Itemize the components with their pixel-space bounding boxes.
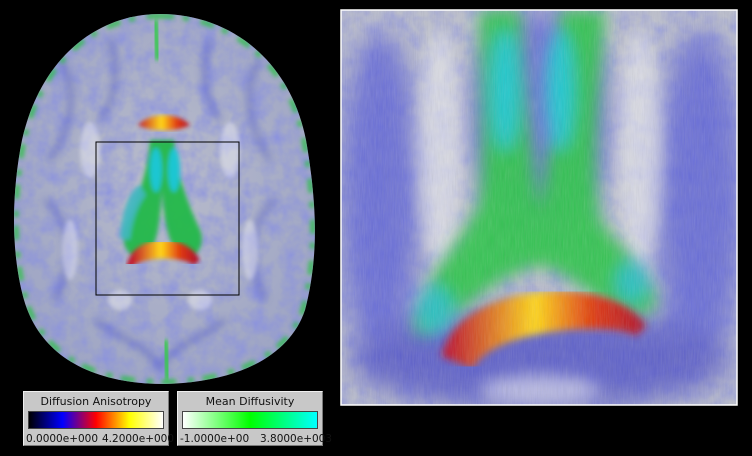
axial-brain-slice — [14, 14, 315, 384]
diffusivity-legend: Mean Diffusivity -1.0000e+00 3.8000e+003 — [177, 391, 332, 446]
zoomed-view — [340, 9, 738, 406]
anisotropy-max-label: 4.2000e+000 — [102, 433, 175, 445]
anisotropy-min-label: 0.0000e+000 — [26, 433, 99, 445]
anisotropy-legend-title: Diffusion Anisotropy — [40, 395, 152, 408]
diffusivity-min-label: -1.0000e+00 — [180, 433, 250, 445]
diffusivity-colorbar — [182, 411, 318, 429]
diffusivity-legend-title: Mean Diffusivity — [205, 395, 295, 408]
anisotropy-legend: Diffusion Anisotropy 0.0000e+000 4.2000e… — [23, 391, 174, 446]
diffusivity-max-label: 3.8000e+003 — [260, 433, 333, 445]
dti-visualization-viewer — [14, 9, 738, 406]
anisotropy-colorbar — [28, 411, 164, 429]
